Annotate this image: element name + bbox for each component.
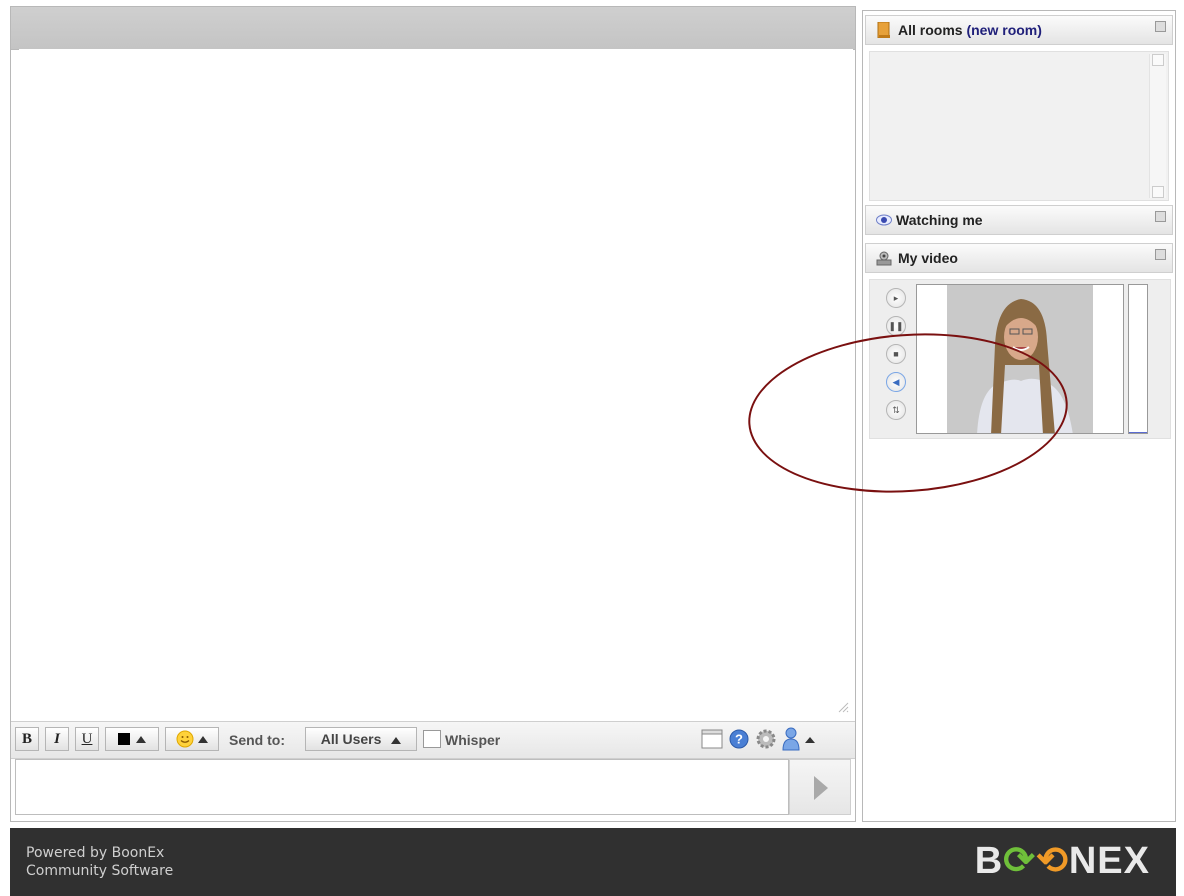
rooms-panel-header[interactable]: All rooms (new room) [865, 15, 1173, 45]
logo-o-orange-icon: ⟲ [1036, 840, 1069, 882]
settings-sliders-icon[interactable]: ⇅ [886, 400, 906, 420]
my-video-title: My video [898, 250, 958, 266]
logo-o-green-icon: ⟳ [1003, 840, 1037, 882]
rooms-title: All rooms [898, 22, 963, 38]
text-color-picker[interactable] [105, 727, 159, 751]
chevron-up-icon [391, 736, 402, 744]
boonex-logo[interactable]: B⟳⟲NEX [975, 838, 1150, 883]
message-input-row [15, 759, 851, 817]
folder-icon [877, 22, 890, 38]
new-room-link[interactable]: (new room) [966, 22, 1041, 38]
svg-text:?: ? [735, 732, 743, 747]
gear-icon[interactable] [755, 728, 777, 750]
speaker-icon[interactable]: ◀ [886, 372, 906, 392]
scroll-up-icon[interactable] [1152, 54, 1164, 66]
window-icon[interactable] [701, 729, 723, 749]
formatting-toolbar: B I U Send to: All Users Whisper ? [11, 721, 855, 759]
whisper-checkbox[interactable] [423, 730, 441, 748]
webcam-video [916, 284, 1124, 434]
chat-main: B I U Send to: All Users Whisper ? [10, 6, 856, 822]
my-video-box: ▸ ❚❚ ■ ◀ ⇅ [869, 279, 1171, 439]
play-icon[interactable]: ▸ [886, 288, 906, 308]
rooms-list[interactable] [869, 51, 1169, 201]
minimize-icon[interactable] [1155, 21, 1166, 32]
minimize-icon[interactable] [1155, 249, 1166, 260]
stop-icon[interactable]: ■ [886, 344, 906, 364]
webcam-user-image [947, 285, 1123, 433]
chevron-up-icon [136, 735, 146, 743]
pause-icon[interactable]: ❚❚ [886, 316, 906, 336]
italic-button[interactable]: I [45, 727, 69, 751]
resize-grip-icon[interactable] [837, 701, 849, 713]
my-video-panel-header[interactable]: My video [865, 243, 1173, 273]
color-swatch-icon [118, 733, 130, 746]
recipient-select-value: All Users [320, 731, 382, 747]
minimize-icon[interactable] [1155, 211, 1166, 222]
rooms-scrollbar[interactable] [1149, 54, 1166, 198]
message-input[interactable] [15, 759, 789, 815]
scroll-down-icon[interactable] [1152, 186, 1164, 198]
eye-icon [876, 214, 892, 226]
watching-title: Watching me [896, 212, 983, 228]
webcam-icon [876, 251, 892, 266]
smiley-icon [176, 730, 194, 748]
footer-text: Powered by BoonEx Community Software [26, 844, 173, 880]
bold-button[interactable]: B [15, 727, 39, 751]
footer-line-1[interactable]: Powered by BoonEx [26, 844, 173, 862]
help-icon[interactable]: ? [729, 729, 749, 749]
user-menu-icon[interactable] [781, 726, 821, 752]
underline-button[interactable]: U [75, 727, 99, 751]
watching-panel-header[interactable]: Watching me [865, 205, 1173, 235]
send-to-label: Send to: [229, 732, 285, 748]
play-arrow-icon [814, 776, 828, 800]
message-area[interactable] [19, 49, 853, 717]
chevron-up-icon [198, 735, 208, 743]
chat-header [11, 7, 855, 50]
whisper-label: Whisper [445, 732, 501, 748]
emoticon-picker[interactable] [165, 727, 219, 751]
mic-level-meter [1128, 284, 1148, 434]
send-button[interactable] [789, 759, 851, 815]
footer-line-2[interactable]: Community Software [26, 862, 173, 880]
recipient-select[interactable]: All Users [305, 727, 417, 751]
footer: Powered by BoonEx Community Software B⟳⟲… [10, 828, 1176, 896]
sidebar: All rooms (new room) Watching me My vide… [862, 10, 1176, 822]
